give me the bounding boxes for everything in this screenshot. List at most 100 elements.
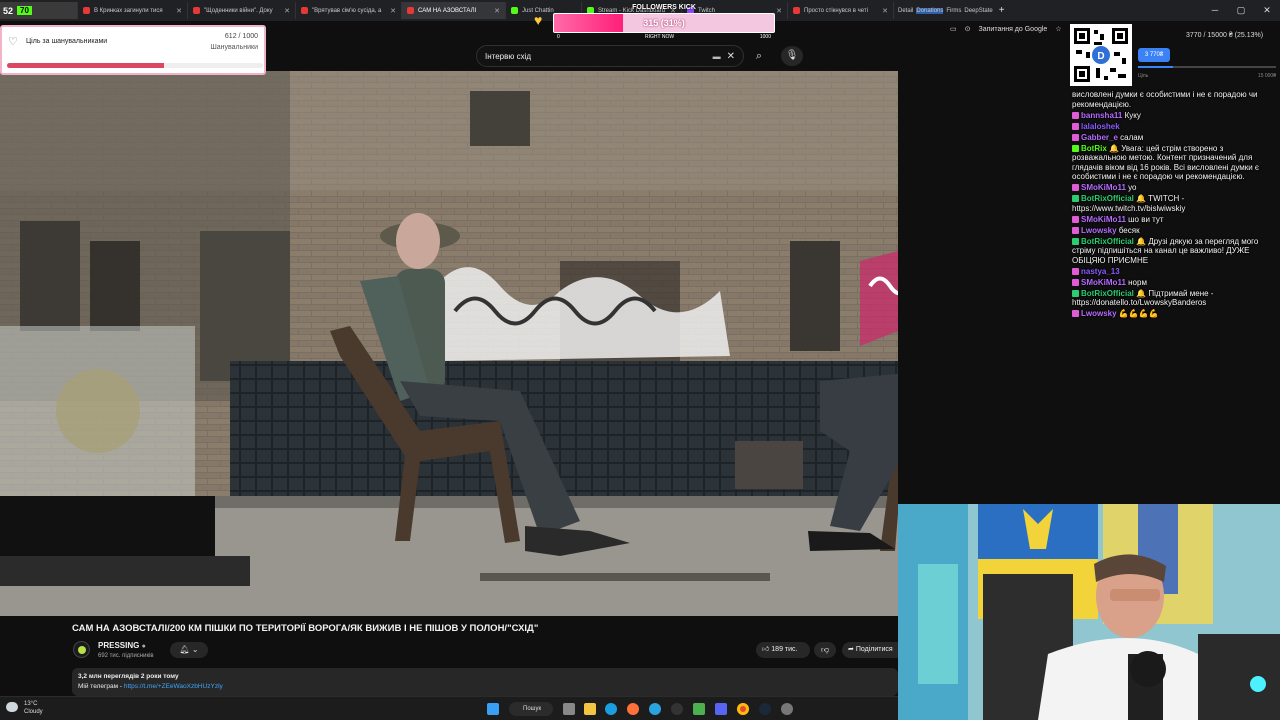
close-window-icon[interactable]: ✕: [1254, 0, 1280, 21]
tab-stiknuvsia[interactable]: Просто стікнувся в четі ✕: [788, 2, 894, 19]
dislike-button[interactable]: 👎︎: [814, 642, 836, 658]
tab-azovstal[interactable]: САМ НА АЗОВСТАЛІ ✕: [402, 2, 506, 19]
chat-message: SMoKiMo11 уо: [1068, 183, 1280, 193]
task-view-icon[interactable]: [563, 703, 575, 715]
weather-widget[interactable]: 13°C Cloudy: [24, 700, 43, 716]
close-icon[interactable]: ✕: [284, 7, 290, 15]
ask-google-label[interactable]: Запитання до Google: [979, 26, 1048, 33]
search-input[interactable]: Інтервю схід ▬ ✕: [476, 45, 744, 67]
chat-username[interactable]: BotRix: [1081, 144, 1107, 153]
file-explorer-icon[interactable]: [584, 703, 596, 715]
chat-message: nastya_13: [1068, 267, 1280, 277]
verified-icon: ●: [141, 643, 146, 650]
views-line: 3,2 млн переглядів 2 роки тому: [78, 673, 179, 680]
firefox-icon[interactable]: [627, 703, 639, 715]
chat-spacer: [1068, 71, 1280, 90]
video-player[interactable]: [0, 71, 898, 616]
windows-start-icon[interactable]: [487, 703, 499, 715]
close-icon[interactable]: ✕: [390, 7, 396, 15]
chat-username[interactable]: Gabber_e: [1081, 133, 1118, 142]
kick-max-label: 1000: [759, 34, 771, 40]
chat-username[interactable]: BotRixOfficial: [1081, 194, 1134, 203]
telegram-icon[interactable]: [649, 703, 661, 715]
weather-status: Cloudy: [24, 709, 43, 715]
close-icon[interactable]: ✕: [776, 7, 782, 15]
steam-icon[interactable]: [759, 703, 771, 715]
obs-icon[interactable]: [671, 703, 683, 715]
pill-deepstate[interactable]: DeepState: [964, 8, 992, 14]
youtube-icon: [407, 7, 414, 14]
maximize-icon[interactable]: ▢: [1228, 0, 1254, 21]
new-tab-icon[interactable]: +: [999, 5, 1005, 16]
thumbs-down-icon: 👎︎: [820, 645, 830, 654]
xbox-icon[interactable]: [693, 703, 705, 715]
like-button[interactable]: 👍︎ 189 тис.: [756, 642, 810, 658]
chat-text: салам: [1120, 132, 1144, 142]
donation-amount-badge: 3 770₴: [1138, 48, 1170, 62]
chat-username[interactable]: SMoKiMo11: [1081, 183, 1126, 192]
telegram-link[interactable]: https://t.me/+ZEeWaoXzbHUzYzly: [124, 683, 223, 690]
chat-badge-icon: [1072, 310, 1079, 318]
close-icon[interactable]: ✕: [176, 7, 182, 15]
webcam-image: [898, 504, 1280, 720]
chat-username[interactable]: BotRixOfficial: [1081, 237, 1134, 246]
chat-text: 💪💪💪💪: [1118, 309, 1159, 318]
kick-followers-widget: FOLLOWERS KICK 315 (31%) 0 RIGHT NOW 100…: [553, 3, 775, 40]
video-description[interactable]: 3,2 млн переглядів 2 роки тому Мій телег…: [72, 668, 898, 696]
close-icon[interactable]: ✕: [494, 7, 500, 15]
channel-name[interactable]: PRESSING ●: [98, 641, 146, 650]
keyboard-icon[interactable]: ▬: [713, 52, 721, 61]
chat-text: Куку: [1124, 110, 1141, 120]
chat-message: BotRixOfficial 🔔 Друзі дякую за перегляд…: [1068, 237, 1280, 266]
tab-label: Просто стікнувся в четі: [804, 7, 868, 14]
microphone-icon[interactable]: 🎙: [781, 46, 803, 66]
chat-username[interactable]: bannsha11: [1081, 111, 1122, 120]
pill-donations[interactable]: Donations: [916, 7, 944, 14]
chat-username[interactable]: Lwowsky: [1081, 226, 1117, 235]
share-label: Поділитися: [855, 646, 893, 653]
pill-firms[interactable]: Firms: [946, 8, 961, 14]
chat-username[interactable]: SMoKiMo11: [1081, 215, 1126, 224]
tab-counter[interactable]: 52 70: [0, 2, 78, 19]
chat-message: Lwowsky бесяк: [1068, 226, 1280, 236]
tab-krynky[interactable]: В Кринках загинули тися ✕: [78, 2, 188, 19]
kick-followers-bar: 315 (31%): [553, 13, 775, 33]
tab-vriatuvav[interactable]: "Врятував сім'ю сусіда, а ✕: [296, 2, 402, 19]
screen: 52 70 В Кринках загинули тися ✕ "Щоденник…: [0, 0, 1280, 720]
taskbar-search[interactable]: Пошук: [509, 702, 553, 716]
chrome-icon[interactable]: [737, 703, 749, 715]
pill-detail[interactable]: Detail: [898, 8, 913, 14]
video-frame: [0, 71, 898, 616]
video-title: САМ НА АЗОВСТАЛІ/200 КМ ПІШКИ ПО ТЕРИТОР…: [72, 623, 539, 634]
chat-username[interactable]: BotRixOfficial: [1081, 289, 1134, 298]
tab-shchodennyky[interactable]: "Щоденники війни". Доку ✕: [188, 2, 296, 19]
settings-icon[interactable]: [781, 703, 793, 715]
chat-text: шо ви тут: [1128, 214, 1164, 224]
follower-goal-widget: ♡ Ціль за шанувальниками 612 / 1000 Шану…: [0, 25, 266, 75]
chat-text: норм: [1128, 277, 1147, 287]
kick-badge: 70: [17, 6, 32, 15]
minimize-icon[interactable]: ─: [1202, 0, 1228, 21]
chat-username[interactable]: lalaloshek: [1081, 122, 1120, 131]
google-lens-icon[interactable]: ⊙: [965, 25, 971, 33]
search-icon[interactable]: ⌕: [748, 46, 770, 66]
chat-username[interactable]: nastya_13: [1081, 267, 1120, 276]
close-icon[interactable]: ✕: [882, 7, 888, 15]
telegram-line: Мій телеграм - https://t.me/+ZEeWaoXzbHU…: [78, 682, 892, 692]
chat-username[interactable]: SMoKiMo11: [1081, 278, 1126, 287]
edge-icon[interactable]: [605, 703, 617, 715]
browser-toolbar-right: ▭ ⊙ Запитання до Google ☆: [950, 25, 1062, 34]
chat-username[interactable]: Lwowsky: [1081, 309, 1117, 318]
kick-icon: [511, 7, 518, 14]
share-button[interactable]: ➦ Поділитися: [842, 642, 898, 658]
chat-badge-icon: [1072, 226, 1079, 234]
notification-bell-button[interactable]: 🔔︎ ⌄: [170, 642, 208, 658]
chat-text: уо: [1128, 183, 1137, 192]
star-icon[interactable]: ☆: [1055, 25, 1061, 33]
chat-text: висловлені думки є особистими і не є пор…: [1072, 90, 1258, 109]
discord-icon[interactable]: [715, 703, 727, 715]
clear-search-icon[interactable]: ✕: [727, 51, 735, 62]
chat-message: Lwowsky 💪💪💪💪: [1068, 309, 1280, 319]
channel-avatar[interactable]: [73, 641, 90, 658]
cast-icon[interactable]: ▭: [950, 25, 957, 33]
